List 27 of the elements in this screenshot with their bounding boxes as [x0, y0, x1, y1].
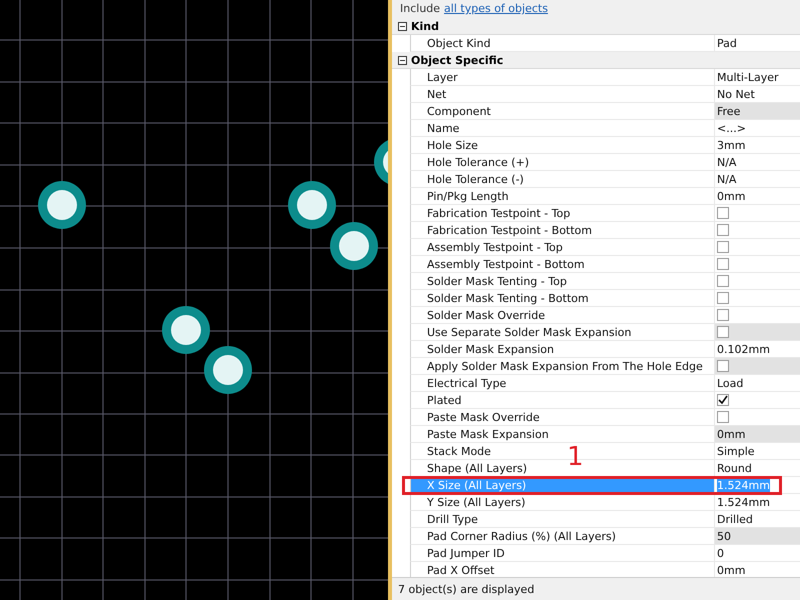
- checkbox[interactable]: [717, 275, 729, 287]
- checkbox[interactable]: [717, 292, 729, 304]
- checkbox[interactable]: [717, 309, 729, 321]
- checkbox[interactable]: [717, 258, 729, 270]
- checkbox[interactable]: [717, 207, 729, 219]
- pad-icon: [330, 222, 378, 270]
- property-value[interactable]: [715, 324, 800, 340]
- filter-label: Include: [400, 3, 440, 14]
- checkbox[interactable]: [717, 360, 729, 372]
- checkbox[interactable]: [717, 241, 729, 253]
- pad-icon: [38, 181, 86, 229]
- property-value[interactable]: 0mm: [715, 426, 800, 442]
- checkbox[interactable]: [717, 394, 729, 406]
- filter-link[interactable]: all types of objects: [444, 3, 548, 14]
- property-value[interactable]: [715, 358, 800, 374]
- group-header[interactable]: Object Specific: [392, 52, 800, 69]
- checkbox[interactable]: [717, 411, 729, 423]
- group-header[interactable]: Kind: [392, 18, 800, 35]
- property-value[interactable]: 50: [715, 528, 800, 544]
- property-value[interactable]: Free: [715, 103, 800, 119]
- pad-icon: [162, 306, 210, 354]
- collapse-icon[interactable]: [398, 56, 407, 64]
- checkbox[interactable]: [717, 326, 729, 338]
- checkbox[interactable]: [717, 224, 729, 236]
- pad-icon: [204, 346, 252, 394]
- collapse-icon[interactable]: [398, 22, 407, 30]
- pad-icon: [288, 181, 336, 229]
